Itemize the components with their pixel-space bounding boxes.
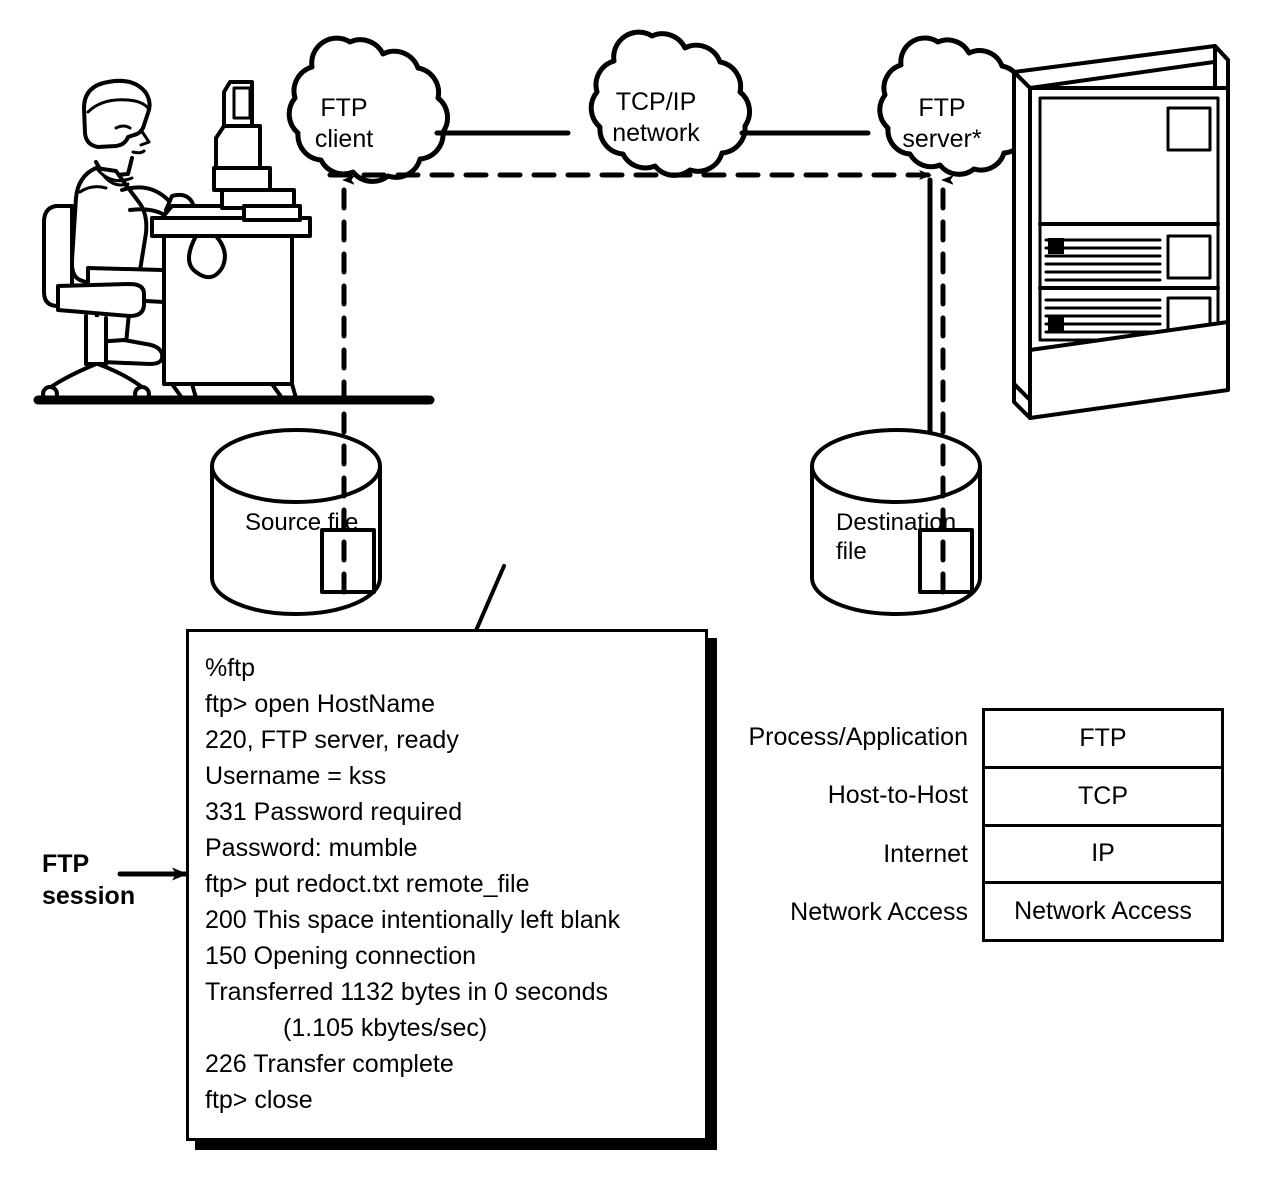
protocol-stack-table: FTP TCP IP Network Access (982, 708, 1224, 942)
session-line: 200 This space intentionally left blank (205, 906, 621, 934)
protocol-stack-protocol-cell: TCP (985, 769, 1221, 827)
session-line: ftp> open HostName (205, 690, 435, 718)
session-line: %ftp (205, 654, 256, 682)
cloud-label-ftp-server: FTP server* (902, 94, 982, 153)
session-line: ftp> close (205, 1086, 313, 1114)
ftp-session-transcript-box: %ftp ftp> open HostName 220, FTP server, r… (186, 629, 708, 1141)
protocol-stack-protocol-cell: FTP (985, 711, 1221, 769)
diagram-canvas: FTP client TCP/IP network FTP server* So… (0, 0, 1288, 1189)
cloud-label-tcpip-network: TCP/IP network (612, 88, 700, 147)
session-line: 226 Transfer complete (205, 1050, 454, 1078)
protocol-stack-layer-label: Host-to-Host (827, 781, 968, 810)
cylinder-label-source-file: Source file (245, 509, 359, 536)
ftp-session-lines: %ftp ftp> open HostName 220, FTP server, r… (205, 650, 697, 1118)
protocol-stack-layer-label: Network Access (790, 898, 968, 927)
cylinder-label-destination-file: Destination file (836, 509, 957, 565)
session-line: 150 Opening connection (205, 942, 477, 970)
session-line: Password: mumble (205, 834, 418, 862)
ftp-session-caption: FTP session (42, 850, 136, 910)
cloud-label-ftp-client: FTP client (314, 94, 374, 153)
session-line: Transferred 1132 bytes in 0 seconds (205, 978, 609, 1006)
session-line: Username = kss (205, 762, 387, 790)
protocol-stack-protocol-cell: IP (985, 827, 1221, 885)
protocol-stack: Process/Application Host-to-Host Internet N… (700, 708, 1238, 942)
session-line: 220, FTP server, ready (205, 726, 459, 754)
protocol-stack-layer-labels: Process/Application Host-to-Host Internet N… (700, 708, 982, 942)
session-line: (1.105 kbytes/sec) (283, 1014, 488, 1042)
session-line: 331 Password required (205, 798, 463, 826)
protocol-stack-layer-label: Process/Application (748, 722, 968, 751)
protocol-stack-layer-label: Internet (883, 839, 968, 868)
protocol-stack-protocol-cell: Network Access (1014, 897, 1192, 926)
session-line: ftp> put redoct.txt remote_file (205, 870, 530, 898)
